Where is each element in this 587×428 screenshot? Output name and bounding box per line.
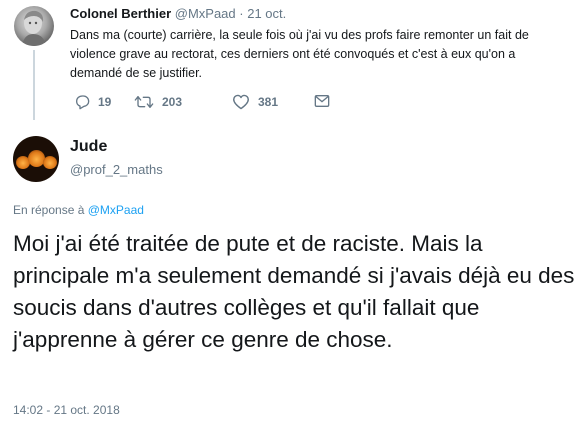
tweet-text: Moi j'ai été traitée de pute et de racis… [13, 231, 575, 352]
pumpkin-icon [43, 156, 57, 169]
heart-icon [233, 94, 249, 110]
retweet-count: 203 [162, 95, 183, 109]
parent-tweet-date[interactable]: 21 oct. [247, 6, 286, 21]
reply-mention-link[interactable]: @MxPaad [88, 203, 144, 217]
thread-connector-line [33, 50, 35, 120]
like-button[interactable]: 381 [232, 94, 278, 110]
parent-author-handle[interactable]: @MxPaad [175, 6, 236, 21]
parent-avatar[interactable] [14, 6, 54, 46]
author-handle[interactable]: @prof_2_maths [70, 162, 163, 177]
reply-prefix: En réponse à [13, 203, 85, 217]
reply-context: En réponse à @MxPaad [13, 203, 144, 217]
parent-tweet-text: Dans ma (courte) carrière, la seule fois… [70, 28, 529, 80]
envelope-icon [314, 95, 330, 107]
like-count: 381 [258, 95, 279, 109]
tweet-timestamp[interactable]: 14:02 - 21 oct. 2018 [13, 403, 120, 417]
direct-message-button[interactable] [314, 94, 330, 108]
parent-author-name[interactable]: Colonel Berthier [70, 6, 171, 21]
jude-avatar[interactable] [13, 136, 59, 182]
statue-portrait-icon [22, 10, 46, 46]
reply-icon [76, 95, 90, 110]
retweet-icon [134, 96, 154, 108]
reply-count: 19 [98, 95, 112, 109]
reply-button[interactable]: 19 [74, 94, 111, 110]
author-name[interactable]: Jude [70, 138, 107, 156]
separator-dot: · [239, 6, 244, 21]
retweet-button[interactable]: 203 [134, 94, 182, 110]
parent-tweet-header: Colonel Berthier @MxPaad · 21 oct. [70, 6, 286, 21]
